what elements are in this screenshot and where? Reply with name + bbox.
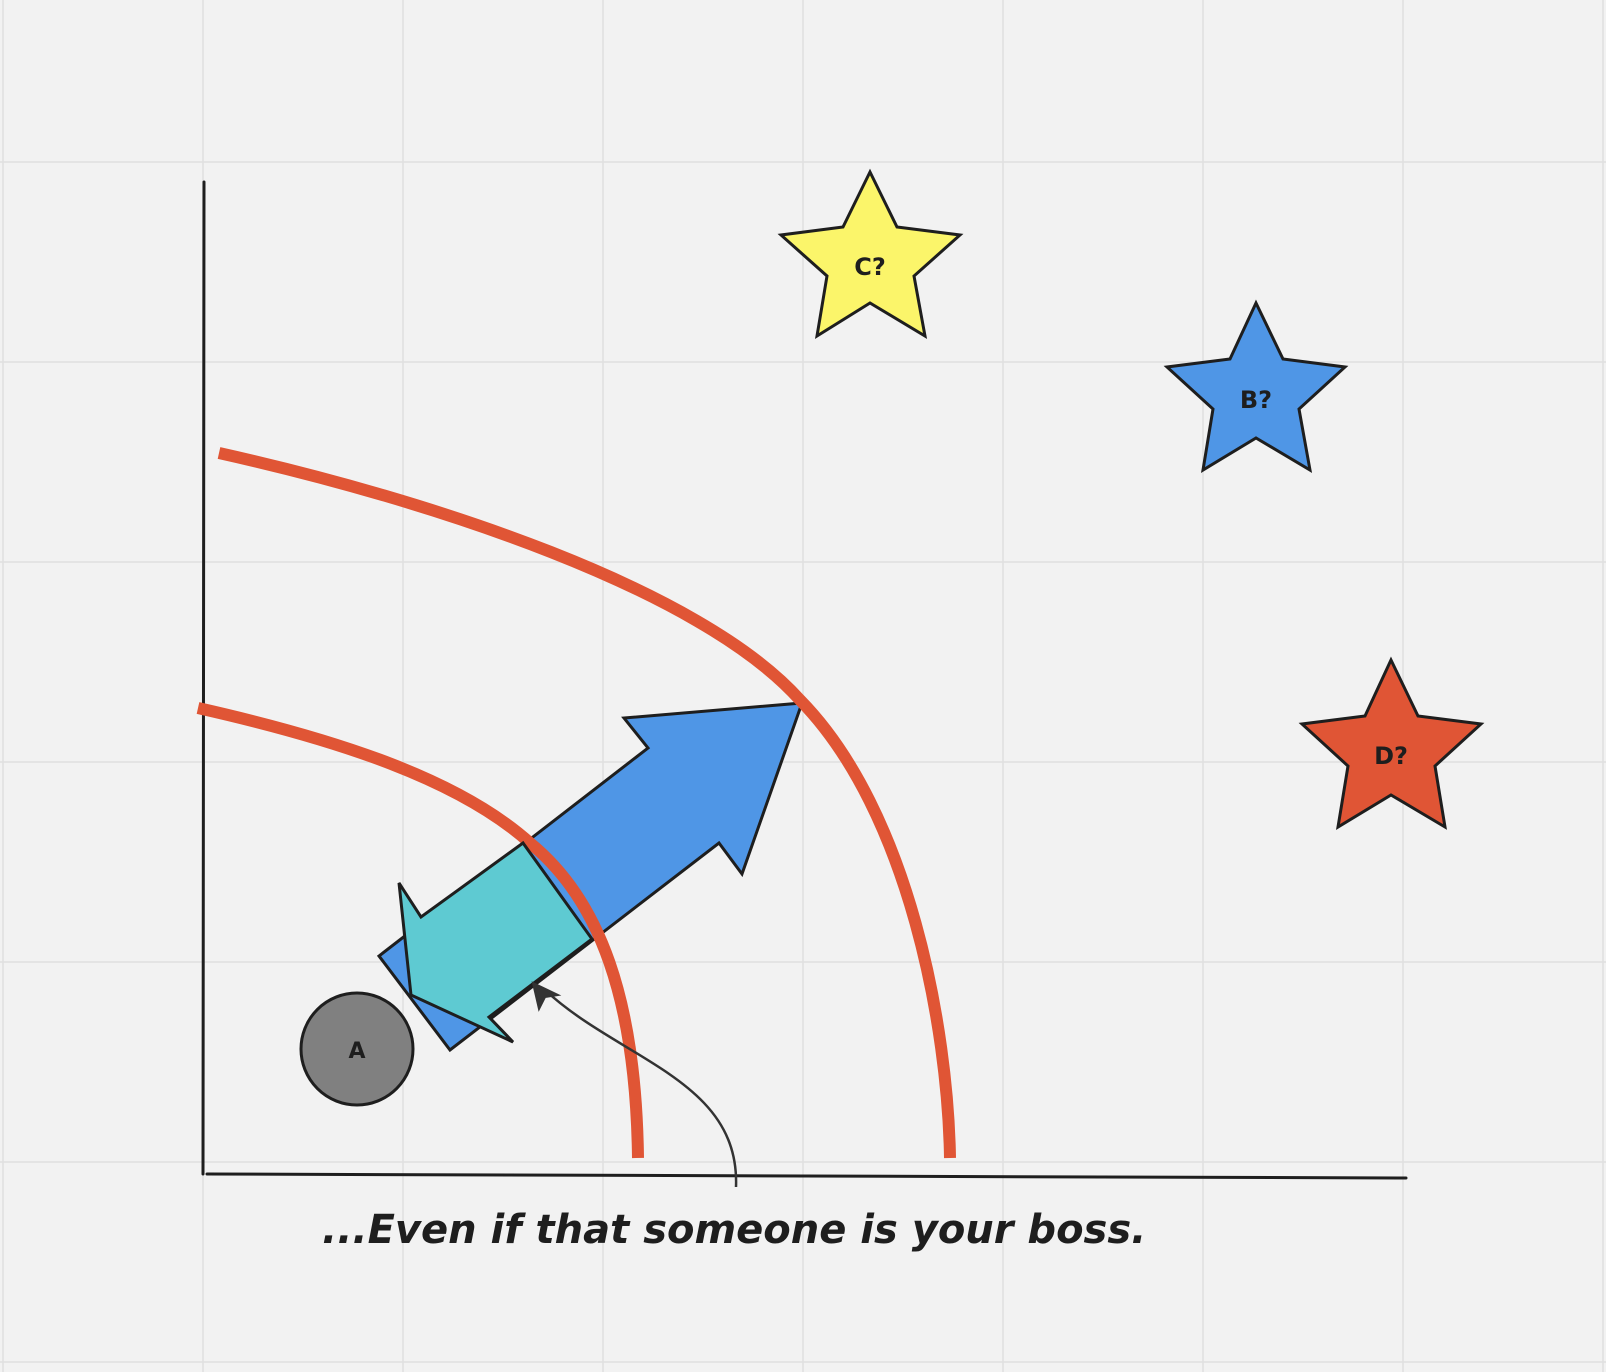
caption-text[interactable]: ...Even if that someone is your boss.	[322, 1207, 1146, 1253]
star-d[interactable]: D?	[1298, 656, 1485, 830]
star-d-label: D?	[1374, 742, 1408, 770]
star-b[interactable]: B?	[1163, 299, 1349, 473]
node-a-label: A	[348, 1039, 365, 1064]
y-axis	[201, 180, 206, 1176]
star-b-label: B?	[1240, 386, 1272, 414]
x-axis	[205, 1172, 1408, 1180]
whiteboard-canvas[interactable]: A C? B? D? ...Even if that someone is yo…	[0, 0, 1606, 1372]
background-grid	[0, 0, 1606, 1372]
annotation-arrowhead-icon	[531, 981, 562, 1012]
node-a[interactable]: A	[299, 991, 415, 1107]
star-c[interactable]: C?	[777, 168, 964, 340]
star-c-label: C?	[854, 253, 886, 281]
diagram: A C? B? D? ...Even if that someone is yo…	[0, 0, 1606, 1372]
